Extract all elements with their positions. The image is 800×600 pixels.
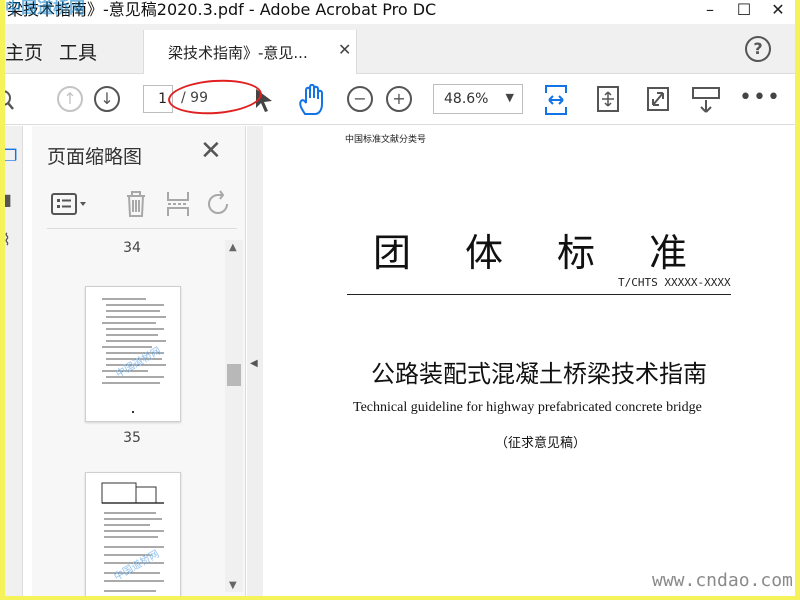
thumbnail-page[interactable]: 中国道桥网 [85,286,181,422]
document-view[interactable]: 中国标准文献分类号 团体标准 T/CHTS XXXXX-XXXX 公路装配式混凝… [263,126,795,596]
thumbnail-options-icon[interactable] [50,191,90,217]
thumbnail-label: 34 [123,240,141,256]
svg-text:中国道桥网: 中国道桥网 [111,547,161,583]
chinese-title: 公路装配式混凝土桥梁技术指南 [371,360,707,388]
window-controls: – ☐ ✕ [693,0,795,22]
chevron-down-icon: ▼ [505,91,514,104]
english-title: Technical guideline for highway prefabri… [353,400,702,415]
scroll-down-icon[interactable]: ▼ [229,580,237,591]
scroll-up-icon[interactable]: ▲ [229,242,237,253]
minimize-icon[interactable]: – [693,0,727,22]
delete-icon[interactable] [123,189,149,219]
search-icon[interactable] [5,88,17,112]
collapse-panel-handle[interactable]: ◀ [247,126,263,596]
page-total: / 99 [181,90,208,106]
attachment-icon[interactable]: ⌇ [5,230,11,249]
standard-code: T/CHTS XXXXX-XXXX [618,276,731,289]
panel-toolbar [47,181,237,229]
thumbnail-label: 35 [123,430,141,446]
maximize-icon[interactable]: ☐ [727,0,761,22]
heading-divider [347,294,731,295]
insert-page-icon[interactable] [165,189,191,219]
tab-home[interactable]: 主页 [5,38,43,65]
watermark-logo-overlay: 中国道桥网 [5,0,86,17]
panel-title: 页面缩略图 [47,146,143,168]
tab-bar: 主页 工具 梁技术指南》-意见... ✕ ? [5,24,795,74]
rotate-page-icon[interactable] [205,189,233,219]
toolbar: ↑ ↓ 1 / 99 − + 48.6% ▼ ••• [5,75,795,125]
thumbnail-scrollbar[interactable]: ▲ ▼ [225,240,243,592]
close-window-icon[interactable]: ✕ [761,0,795,22]
tab-document-label: 梁技术指南》-意见... [168,44,308,62]
document-heading: 团体标准 [373,231,742,275]
tab-tools[interactable]: 工具 [59,38,97,65]
thumbnail-panel: 页面缩略图 ✕ 34 中国道桥网 35 中国道桥网 ▲ ▼ [32,126,246,596]
title-bar: 梁技术指南》-意见稿2020.3.pdf - Adobe Acrobat Pro… [5,0,795,24]
select-arrow-icon[interactable] [253,87,275,113]
svg-text:中国道桥网: 中国道桥网 [113,344,163,380]
help-icon[interactable]: ? [745,36,771,62]
previous-page-button[interactable]: ↑ [57,86,83,112]
acrobat-window: 梁技术指南》-意见稿2020.3.pdf - Adobe Acrobat Pro… [5,0,795,596]
site-watermark: www.cndao.com [652,570,793,591]
chevron-left-icon: ◀ [250,358,258,369]
tab-document[interactable]: 梁技术指南》-意见... ✕ [143,30,357,74]
read-aloud-icon[interactable] [691,85,721,115]
thumbnail-page-content: 中国道桥网 [102,298,166,413]
zoom-out-button[interactable]: − [347,86,373,112]
zoom-in-button[interactable]: + [386,86,412,112]
rotate-view-icon[interactable] [595,84,621,114]
thumbnail-page[interactable]: 中国道桥网 [85,472,181,596]
close-tab-icon[interactable]: ✕ [338,40,351,59]
document-page: 中国标准文献分类号 团体标准 T/CHTS XXXXX-XXXX 公路装配式混凝… [263,126,795,596]
scrollbar-thumb[interactable] [227,364,241,386]
classification-number: 中国标准文献分类号 [345,135,427,145]
fit-page-icon[interactable] [543,83,569,117]
page-thumbnails-icon[interactable]: ❐ [5,146,17,165]
full-screen-icon[interactable] [645,85,671,113]
thumbnail-list: 34 中国道桥网 35 中国道桥网 [47,236,243,596]
navigation-strip: ❐ ▮ ⌇ [5,126,23,596]
draft-note: （征求意见稿） [495,436,587,451]
thumbnail-page-content: 中国道桥网 [101,482,164,592]
hand-tool-icon[interactable] [297,84,327,116]
zoom-value: 48.6% [444,91,489,107]
close-panel-icon[interactable]: ✕ [200,136,222,166]
page-number-input[interactable]: 1 [143,85,173,113]
more-options-icon[interactable]: ••• [739,85,781,110]
next-page-button[interactable]: ↓ [94,86,120,112]
zoom-select[interactable]: 48.6% ▼ [433,84,523,114]
bookmark-icon[interactable]: ▮ [5,190,12,209]
